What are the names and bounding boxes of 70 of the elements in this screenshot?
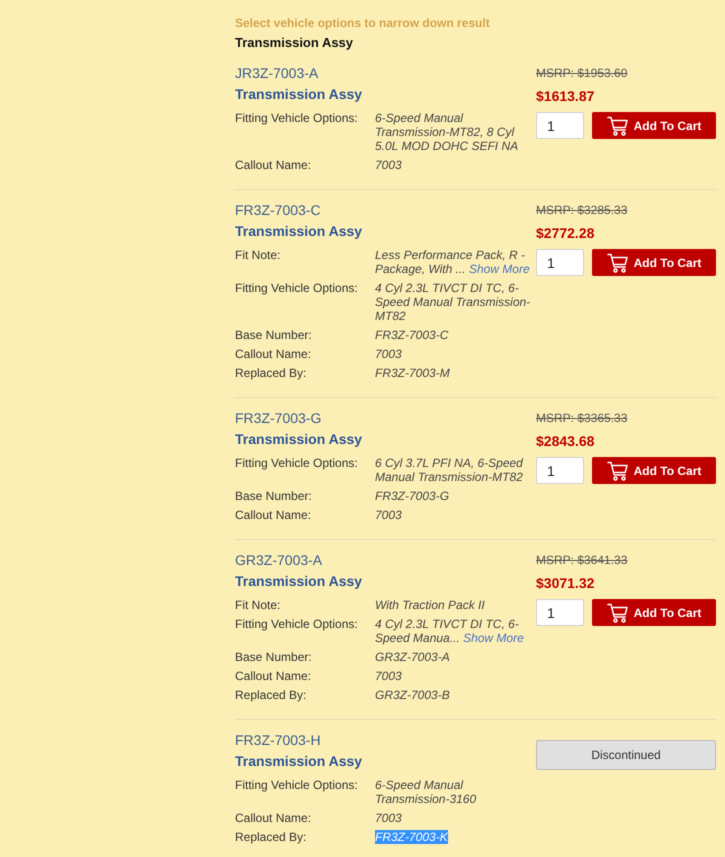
detail-value: FR3Z-7003-M xyxy=(375,366,450,380)
filter-hint: Select vehicle options to narrow down result xyxy=(235,16,490,30)
detail-label: Base Number: xyxy=(235,489,312,503)
quantity-field[interactable]: 1 xyxy=(536,112,584,139)
msrp-price: MSRP: $3365.33 xyxy=(536,411,628,425)
category-title: Transmission Assy xyxy=(235,35,354,50)
cart-icon xyxy=(606,460,628,480)
detail-value: 6-Speed Manual Transmission-MT82, 8 Cyl 5.0L MOD DOHC SEFI NA xyxy=(375,111,518,153)
part-number-link[interactable]: FR3Z-7003-G xyxy=(235,410,322,426)
detail-label: Fitting Vehicle Options: xyxy=(235,111,358,125)
detail-label: Replaced By: xyxy=(235,366,306,380)
detail-value: FR3Z-7003-K xyxy=(375,830,448,844)
detail-value: Less Performance Pack, R - Package, With ... Show More xyxy=(375,248,530,276)
cart-icon xyxy=(606,252,628,272)
detail-value: 7003 xyxy=(375,158,402,172)
detail-label: Replaced By: xyxy=(235,830,306,844)
sale-price: $1613.87 xyxy=(536,88,594,104)
detail-label: Fitting Vehicle Options: xyxy=(235,281,358,295)
quantity-field[interactable]: 1 xyxy=(536,457,584,484)
add-to-cart-button[interactable]: Add To Cart xyxy=(592,457,716,484)
detail-label: Fitting Vehicle Options: xyxy=(235,778,358,792)
detail-label: Callout Name: xyxy=(235,347,312,361)
detail-label: Fitting Vehicle Options: xyxy=(235,617,358,631)
msrp-price: MSRP: $3285.33 xyxy=(536,203,628,217)
part-name-link[interactable]: Transmission Assy xyxy=(235,573,362,589)
detail-label: Base Number: xyxy=(235,328,312,342)
detail-value: 7003 xyxy=(375,508,402,522)
part-number-link[interactable]: JR3Z-7003-A xyxy=(235,65,318,81)
show-more-link[interactable]: Show More xyxy=(463,631,524,645)
quantity-field[interactable]: 1 xyxy=(536,599,584,626)
part-name-link[interactable]: Transmission Assy xyxy=(235,223,362,239)
detail-label: Fit Note: xyxy=(235,248,280,262)
detail-value: 7003 xyxy=(375,669,402,683)
part-name-link[interactable]: Transmission Assy xyxy=(235,431,362,447)
add-to-cart-button[interactable]: Add To Cart xyxy=(592,112,716,139)
detail-value: FR3Z-7003-G xyxy=(375,489,450,503)
detail-label: Fitting Vehicle Options: xyxy=(235,456,358,470)
quantity-field[interactable]: 1 xyxy=(536,249,584,276)
add-to-cart-button[interactable]: Add To Cart xyxy=(592,599,716,626)
detail-value: 4 Cyl 2.3L TIVCT DI TC, 6-Speed Manual Transmission-MT82 xyxy=(375,281,530,323)
part-name-link[interactable]: Transmission Assy xyxy=(235,753,362,769)
detail-label: Callout Name: xyxy=(235,508,312,522)
detail-label: Callout Name: xyxy=(235,811,312,825)
detail-label: Callout Name: xyxy=(235,158,312,172)
add-to-cart-button[interactable]: Add To Cart xyxy=(592,249,716,276)
detail-value: FR3Z-7003-C xyxy=(375,328,448,342)
part-name-link[interactable]: Transmission Assy xyxy=(235,86,362,102)
msrp-price: MSRP: $1953.60 xyxy=(536,66,628,80)
part-number-link[interactable]: FR3Z-7003-H xyxy=(235,732,321,748)
detail-label: Replaced By: xyxy=(235,688,306,702)
detail-value: 7003 xyxy=(375,811,402,825)
show-more-link[interactable]: Show More xyxy=(468,262,530,276)
detail-label: Callout Name: xyxy=(235,669,312,683)
cart-icon xyxy=(606,116,628,136)
sale-price: $3071.32 xyxy=(536,575,594,591)
part-number-link[interactable]: FR3Z-7003-C xyxy=(235,202,321,218)
detail-label: Fit Note: xyxy=(235,598,280,612)
cart-icon xyxy=(606,602,628,622)
detail-value: GR3Z-7003-A xyxy=(375,650,450,664)
sale-price: $2772.28 xyxy=(536,225,594,241)
detail-value: 6 Cyl 3.7L PFI NA, 6-Speed Manual Transmission-MT82 xyxy=(375,456,523,484)
sale-price: $2843.68 xyxy=(536,433,594,449)
msrp-price: MSRP: $3641.33 xyxy=(536,553,628,567)
detail-value: 7003 xyxy=(375,347,402,361)
detail-label: Base Number: xyxy=(235,650,312,664)
part-number-link[interactable]: GR3Z-7003-A xyxy=(235,552,322,568)
detail-value: 6-Speed Manual Transmission-3160 xyxy=(375,778,476,806)
detail-value: 4 Cyl 2.3L TIVCT DI TC, 6-Speed Manua... Show More xyxy=(375,617,524,645)
detail-value: With Traction Pack II xyxy=(375,598,485,612)
detail-value: GR3Z-7003-B xyxy=(375,688,450,702)
